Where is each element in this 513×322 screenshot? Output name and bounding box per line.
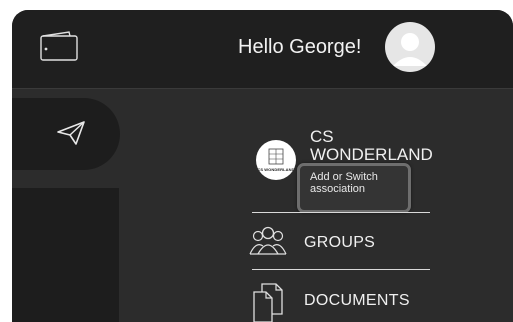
association-logo: CS WONDERLAND [256, 140, 296, 180]
menu-item-groups[interactable]: GROUPS [248, 224, 448, 264]
paper-plane-icon [57, 121, 85, 145]
divider [252, 212, 430, 213]
wallet-icon[interactable] [39, 30, 79, 62]
menu-label-groups: GROUPS [304, 234, 376, 251]
association-name: CS WONDERLAND CONDO [310, 128, 433, 164]
divider [252, 269, 430, 270]
greeting-text: Hello George! [238, 36, 362, 58]
switch-association-button[interactable]: Add or Switch association [297, 163, 411, 213]
app-window: Hello George! CS WONDERLAND CS WONDERLAN… [12, 10, 513, 322]
sidebar-item-send[interactable] [12, 98, 120, 170]
logo-lettering: CS WONDERLAND [257, 167, 295, 172]
documents-icon [253, 283, 283, 322]
groups-icon [249, 226, 287, 255]
building-icon [268, 148, 284, 165]
switch-association-label: Add or Switch association [310, 171, 378, 195]
menu-item-documents[interactable]: DOCUMENTS [248, 282, 448, 322]
sidebar-panel [12, 188, 119, 322]
menu-label-documents: DOCUMENTS [304, 292, 410, 309]
user-avatar-icon[interactable] [385, 22, 435, 72]
top-bar: Hello George! [12, 10, 513, 89]
